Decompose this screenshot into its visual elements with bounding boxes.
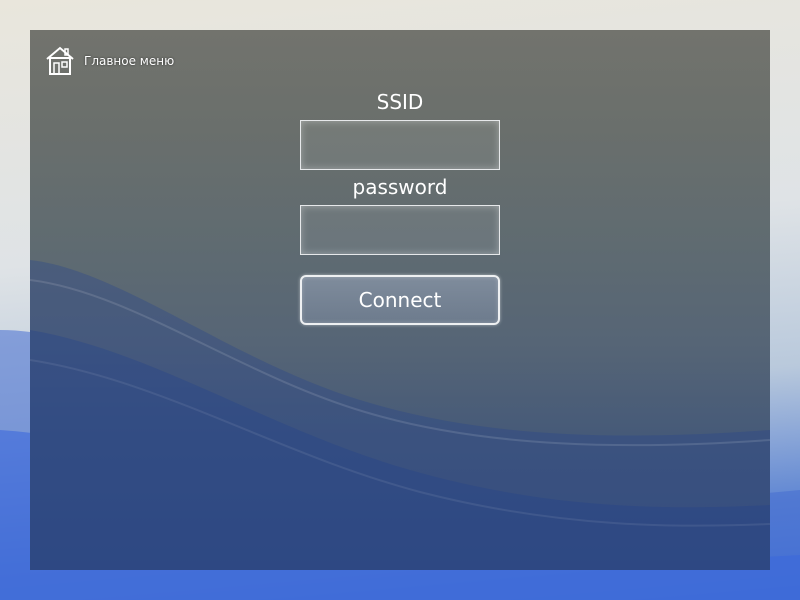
home-icon xyxy=(46,46,74,75)
main-menu-button[interactable]: Главное меню xyxy=(44,44,174,78)
ssid-input[interactable] xyxy=(300,120,500,170)
ssid-label: SSID xyxy=(376,90,424,114)
password-input[interactable] xyxy=(300,205,500,255)
main-menu-label: Главное меню xyxy=(84,54,175,68)
password-label: password xyxy=(352,175,448,199)
connect-button[interactable]: Connect xyxy=(300,275,500,325)
main-panel: Главное меню SSID password Connect xyxy=(30,30,770,570)
